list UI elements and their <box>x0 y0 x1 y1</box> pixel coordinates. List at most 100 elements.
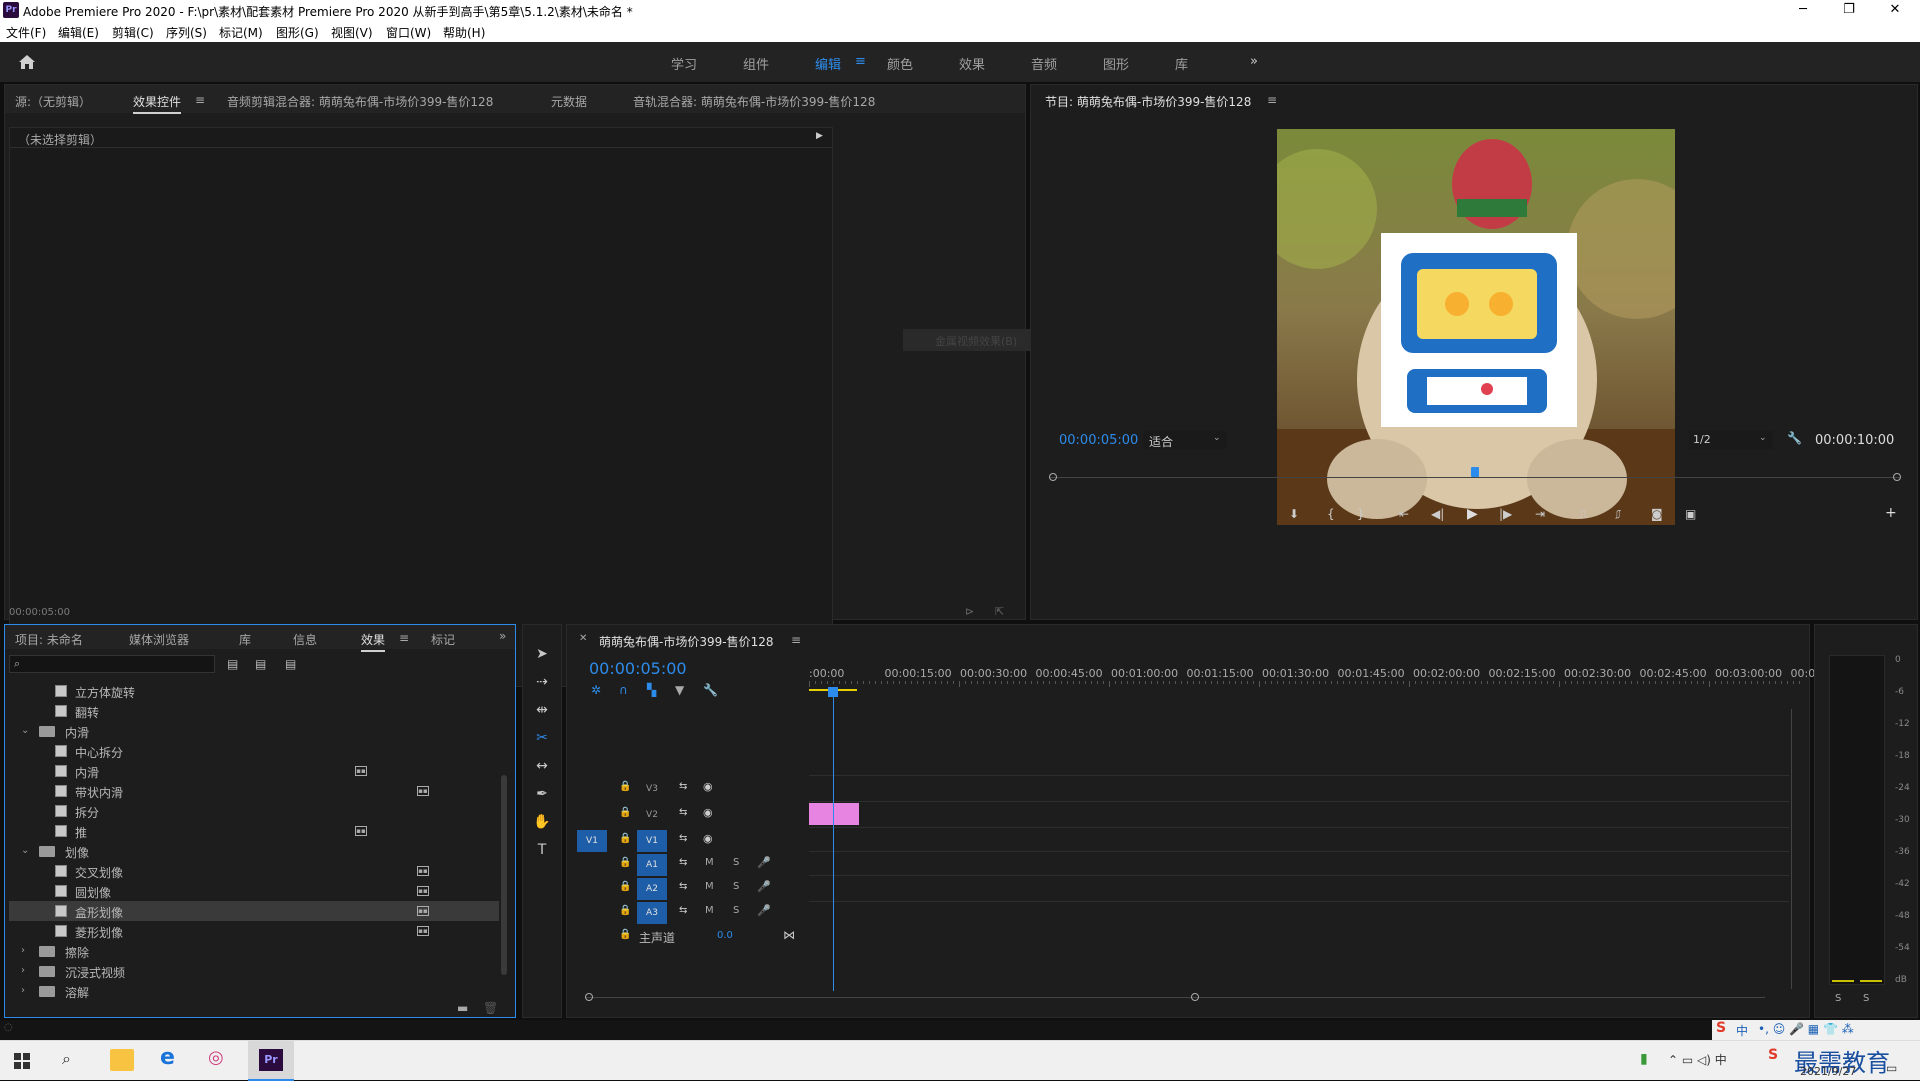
lock-icon[interactable]: 🔒 <box>619 781 631 792</box>
tab-audio-track-mixer[interactable]: 音轨混合器: 萌萌兔布偶-市场价399-售价128 <box>633 93 875 110</box>
premiere-taskbar-button[interactable]: Pr <box>248 1041 294 1081</box>
razor-tool-icon[interactable]: ✂ <box>533 729 551 747</box>
add-marker-icon[interactable]: ▼ <box>675 683 684 697</box>
track-header-v3[interactable]: 🔒 V3 ⇆ ◉ <box>567 777 807 801</box>
effect-folder[interactable]: › 溶解 <box>9 981 499 1001</box>
chevron-right-icon[interactable]: › <box>21 965 25 976</box>
workspace-audio[interactable]: 音频 <box>1031 54 1057 73</box>
add-marker-icon[interactable]: ⬇ <box>1289 507 1299 521</box>
tab-source[interactable]: 源:（无剪辑） <box>15 93 91 110</box>
time-ruler[interactable]: :00:00 00:00:15:00 00:00:30:00 00:00:45:00 0… <box>809 667 1826 687</box>
tab-markers[interactable]: 标记 <box>431 631 455 648</box>
effect-folder[interactable]: › 沉浸式视频 <box>9 961 499 981</box>
track-target-button[interactable]: A1 <box>637 854 667 876</box>
solo-left-button[interactable]: S <box>1835 993 1841 1004</box>
effect-item[interactable]: 带状内滑 ▪▪ <box>9 781 499 801</box>
effect-folder[interactable]: › 擦除 <box>9 941 499 961</box>
tray-icons[interactable]: ⌃ ▭ ◁) 中 <box>1668 1051 1727 1068</box>
delete-icon[interactable]: 🗑 <box>483 1001 498 1015</box>
sync-lock-icon[interactable]: ⇆ <box>679 833 687 844</box>
tab-audio-clip-mixer[interactable]: 音频剪辑混合器: 萌萌兔布偶-市场价399-售价128 <box>227 93 493 110</box>
pen-tool-icon[interactable]: ✒ <box>533 785 551 803</box>
tab-metadata[interactable]: 元数据 <box>551 93 587 110</box>
type-tool-icon[interactable]: T <box>533 841 551 859</box>
tab-media-browser[interactable]: 媒体浏览器 <box>129 631 189 648</box>
workspace-more-icon[interactable]: » <box>1250 54 1258 69</box>
add-button-icon[interactable]: + <box>1885 505 1897 521</box>
timeline-h-scroll[interactable] <box>585 997 1765 998</box>
chevron-down-icon[interactable]: ⌄ <box>21 725 29 736</box>
program-playhead[interactable] <box>1471 467 1479 477</box>
mark-in-icon[interactable]: { <box>1327 507 1335 521</box>
sequence-title[interactable]: 萌萌兔布偶-市场价399-售价128 <box>599 633 773 650</box>
solo-button[interactable]: S <box>733 881 739 892</box>
solo-right-button[interactable]: S <box>1863 993 1869 1004</box>
file-explorer-icon[interactable] <box>110 1049 134 1071</box>
eye-icon[interactable]: ◉ <box>703 780 713 793</box>
expand-arrow-icon[interactable]: ▶ <box>816 131 823 141</box>
notification-icon[interactable]: ▭ <box>1886 1061 1897 1075</box>
close-button[interactable]: ✕ <box>1872 0 1918 20</box>
menu-sequence[interactable]: 序列(S) <box>166 24 207 41</box>
tab-project[interactable]: 项目: 未命名 <box>15 631 83 648</box>
effects-search-input[interactable]: ⌕ <box>9 655 215 673</box>
timeline-playhead[interactable] <box>828 687 838 697</box>
menu-marker[interactable]: 标记(M) <box>219 24 263 41</box>
lift-icon[interactable]: ⎍ <box>1579 507 1587 522</box>
effect-item[interactable]: 立方体旋转 <box>9 681 499 701</box>
chevron-down-icon[interactable]: ⌄ <box>21 845 29 856</box>
new-bin-icon[interactable]: ▬ <box>457 1001 468 1015</box>
mute-button[interactable]: M <box>705 905 714 916</box>
lock-icon[interactable]: 🔒 <box>619 833 631 844</box>
timeline-settings-icon[interactable]: 🔧 <box>703 683 718 697</box>
microphone-icon[interactable]: 🎤 <box>757 856 771 869</box>
master-volume-value[interactable]: 0.0 <box>717 930 733 941</box>
workspace-assembly[interactable]: 组件 <box>743 54 769 73</box>
track-header-v1[interactable]: V1 🔒 V1 ⇆ ◉ <box>567 829 807 853</box>
program-timecode[interactable]: 00:00:05:00 <box>1059 433 1138 448</box>
lock-icon[interactable]: 🔒 <box>619 905 631 916</box>
track-select-tool-icon[interactable]: ⇢ <box>533 673 551 691</box>
track-header-a2[interactable]: 🔒 A2 ⇆ M S 🎤 <box>567 877 807 901</box>
track-header-a1[interactable]: 🔒 A1 ⇆ M S 🎤 <box>567 853 807 877</box>
menu-help[interactable]: 帮助(H) <box>443 24 485 41</box>
tab-info[interactable]: 信息 <box>293 631 317 648</box>
timeline-v-scroll[interactable] <box>1791 709 1792 989</box>
track-target-button[interactable]: A3 <box>637 902 667 924</box>
menu-graphics[interactable]: 图形(G) <box>276 24 319 41</box>
ime-mode[interactable]: 中 <box>1736 1022 1748 1039</box>
chevron-right-icon[interactable]: › <box>21 945 25 956</box>
lock-icon[interactable]: 🔒 <box>619 929 631 940</box>
selection-tool-icon[interactable]: ➤ <box>533 645 551 663</box>
snap-icon[interactable]: ✲ <box>591 683 601 697</box>
effect-item[interactable]: 内滑 ▪▪ <box>9 761 499 781</box>
effect-item[interactable]: 盒形划像 ▪▪ <box>9 901 499 921</box>
tab-menu-icon[interactable]: ≡ <box>195 93 205 107</box>
sync-lock-icon[interactable]: ⇆ <box>679 905 687 916</box>
workspace-editing[interactable]: 编辑 <box>815 54 841 73</box>
track-header-v2[interactable]: 🔒 V2 ⇆ ◉ <box>567 803 807 827</box>
track-target-button[interactable]: A2 <box>637 878 667 900</box>
eye-icon[interactable]: ◉ <box>703 806 713 819</box>
menu-window[interactable]: 窗口(W) <box>386 24 431 41</box>
track-target-button[interactable]: V1 <box>637 830 667 852</box>
sequence-menu-icon[interactable]: ≡ <box>791 633 801 647</box>
magnet-icon[interactable]: ∩ <box>619 683 628 697</box>
track-header-a3[interactable]: 🔒 A3 ⇆ M S 🎤 <box>567 901 807 925</box>
sync-lock-icon[interactable]: ⇆ <box>679 781 687 792</box>
fit-dropdown[interactable]: 适合 ⌄ <box>1143 431 1227 449</box>
effect-item[interactable]: 圆划像 ▪▪ <box>9 881 499 901</box>
microphone-icon[interactable]: 🎤 <box>757 904 771 917</box>
restore-button[interactable]: ❐ <box>1826 0 1872 20</box>
hand-tool-icon[interactable]: ✋ <box>533 813 551 831</box>
workspace-color[interactable]: 颜色 <box>887 54 913 73</box>
program-scrubber[interactable] <box>1049 467 1901 483</box>
menu-view[interactable]: 视图(V) <box>331 24 373 41</box>
chevron-right-icon[interactable]: › <box>21 985 25 996</box>
microphone-icon[interactable]: 🎤 <box>757 880 771 893</box>
slip-tool-icon[interactable]: ↔ <box>533 757 551 775</box>
menu-edit[interactable]: 编辑(E) <box>58 24 99 41</box>
track-target-button[interactable]: V3 <box>637 778 667 800</box>
comparison-view-icon[interactable]: ▣ <box>1685 507 1696 521</box>
program-menu-icon[interactable]: ≡ <box>1267 93 1277 107</box>
